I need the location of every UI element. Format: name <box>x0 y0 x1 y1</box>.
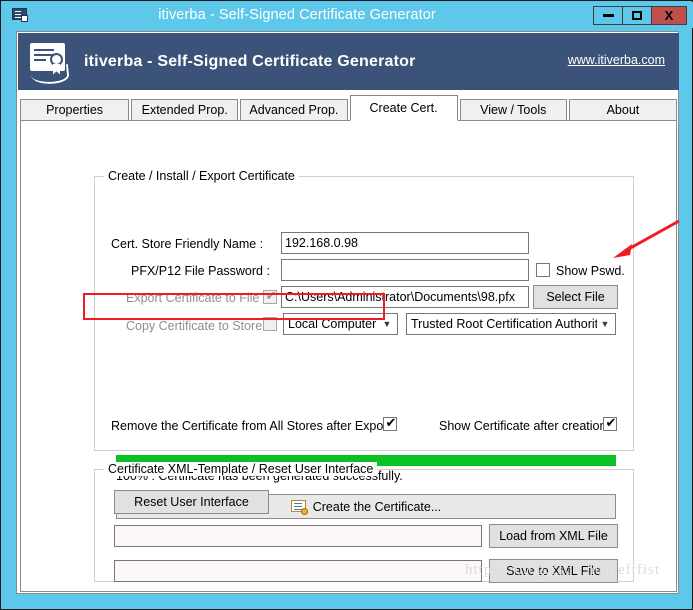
certificate-window-icon <box>11 6 29 24</box>
pfx-password-label: PFX/P12 File Password : <box>131 264 270 278</box>
select-file-button[interactable]: Select File <box>533 285 618 309</box>
brand-website-link[interactable]: www.itiverba.com <box>568 53 665 67</box>
checkmark-icon: ✔ <box>385 415 397 430</box>
brand-title: itiverba - Self-Signed Certificate Gener… <box>84 52 416 70</box>
copy-to-store-checkbox[interactable] <box>263 317 277 331</box>
checkmark-icon: ✔ <box>265 288 277 303</box>
tab-create-cert[interactable]: Create Cert. <box>349 95 458 121</box>
pfx-password-input[interactable] <box>281 259 529 281</box>
copy-to-store-label: Copy Certificate to Store : <box>126 319 270 333</box>
load-from-xml-button[interactable]: Load from XML File <box>489 524 618 548</box>
title-bar: itiverba - Self-Signed Certificate Gener… <box>2 2 693 28</box>
tab-strip: Properties Extended Prop. Advanced Prop.… <box>20 95 677 121</box>
window-frame: itiverba - Self-Signed Certificate Gener… <box>0 0 693 610</box>
application-window: itiverba - Self-Signed Certificate Gener… <box>0 0 693 610</box>
show-password-checkbox[interactable] <box>536 263 550 277</box>
tab-advanced-prop[interactable]: Advanced Prop. <box>240 99 348 121</box>
checkmark-icon: ✔ <box>605 415 617 430</box>
chevron-down-icon: ▼ <box>600 319 610 329</box>
export-to-file-label: Export Certificate to File : <box>126 291 267 305</box>
tab-view-tools[interactable]: View / Tools <box>459 99 567 121</box>
show-password-label: Show Pswd. <box>556 264 625 278</box>
certificate-seal-logo-icon <box>28 40 72 86</box>
client-area: itiverba - Self-Signed Certificate Gener… <box>16 31 679 594</box>
brand-header: itiverba - Self-Signed Certificate Gener… <box>18 33 679 90</box>
tab-page-create-cert: Create / Install / Export Certificate Ce… <box>20 120 677 592</box>
close-icon: X <box>664 8 674 23</box>
maximize-icon <box>632 11 642 20</box>
friendly-name-input[interactable] <box>281 232 529 254</box>
remove-after-export-checkbox[interactable]: ✔ <box>383 415 397 431</box>
minimize-button[interactable] <box>593 6 623 25</box>
close-button[interactable]: X <box>651 6 687 25</box>
store-name-dropdown[interactable]: Trusted Root Certification Authoritie ▼ <box>406 313 616 335</box>
reset-user-interface-button[interactable]: Reset User Interface <box>114 490 269 514</box>
load-xml-path-input[interactable] <box>114 525 482 547</box>
store-name-value: Trusted Root Certification Authoritie <box>411 317 597 331</box>
friendly-name-label: Cert. Store Friendly Name : <box>111 237 264 251</box>
export-file-path-input[interactable] <box>281 286 529 308</box>
maximize-button[interactable] <box>622 6 652 25</box>
tab-extended-prop[interactable]: Extended Prop. <box>131 99 239 121</box>
tab-about[interactable]: About <box>568 99 677 121</box>
chevron-down-icon: ▼ <box>382 319 392 329</box>
show-after-creation-label: Show Certificate after creation <box>439 419 607 433</box>
remove-after-export-label: Remove the Certificate from All Stores a… <box>111 419 391 433</box>
create-group-legend: Create / Install / Export Certificate <box>104 169 299 183</box>
show-after-creation-checkbox[interactable]: ✔ <box>603 415 617 431</box>
xml-group-legend: Certificate XML-Template / Reset User In… <box>104 462 378 476</box>
export-to-file-checkbox[interactable]: ✔ <box>263 288 277 304</box>
store-location-value: Local Computer ( <box>288 317 379 331</box>
save-xml-path-input[interactable] <box>114 560 482 582</box>
minimize-icon <box>602 14 614 17</box>
watermark-text: https://blog.csdn.net/leftfist <box>465 562 660 578</box>
window-title: itiverba - Self-Signed Certificate Gener… <box>158 7 436 23</box>
store-location-dropdown[interactable]: Local Computer ( ▼ <box>283 313 398 335</box>
tab-properties[interactable]: Properties <box>20 99 130 121</box>
window-controls: X <box>593 6 687 25</box>
